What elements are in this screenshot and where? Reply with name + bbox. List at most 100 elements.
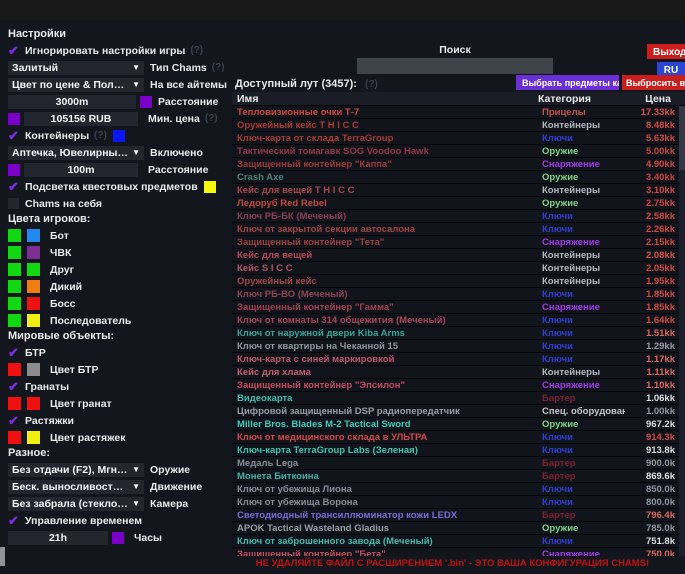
world-object-row[interactable]: ✔Растяжки: [0, 412, 232, 429]
hours-input[interactable]: 21h: [8, 531, 108, 545]
loot-row[interactable]: Защищенный контейнер "Каппа"Снаряжение4.…: [232, 158, 685, 171]
loot-row[interactable]: Ключ РБ-БК (Меченый)Ключи2.58kk: [232, 210, 685, 223]
checkmark-icon[interactable]: ✔: [8, 180, 25, 193]
resize-tab[interactable]: [0, 547, 5, 566]
loot-row[interactable]: Ключ от наружной двери Kiba ArmsКлючи1.5…: [232, 327, 685, 340]
containers-color-swatch[interactable]: [113, 130, 125, 142]
player-color-swatch-2[interactable]: [27, 263, 40, 276]
help-icon[interactable]: (?): [365, 79, 378, 90]
help-icon[interactable]: (?): [205, 113, 218, 124]
loot-row[interactable]: Ключ от комнаты 314 общежития (Меченый)К…: [232, 314, 685, 327]
loot-row[interactable]: Светодиодный трансиллюминатор кожи LEDXБ…: [232, 509, 685, 522]
world-color-swatch-1[interactable]: [8, 363, 21, 376]
loot-row[interactable]: Тепловизионные очки Т-7Прицелы17.33kk: [232, 106, 685, 119]
loot-item-price: 1.64kk: [625, 315, 685, 326]
scrollbar-track[interactable]: [679, 106, 685, 574]
world-object-row[interactable]: ✔БТР: [0, 344, 232, 361]
checkmark-icon[interactable]: ✔: [8, 380, 25, 393]
checkbox-unchecked[interactable]: [8, 198, 19, 209]
checkmark-icon[interactable]: ✔: [8, 129, 25, 142]
player-color-swatch-2[interactable]: [27, 229, 40, 242]
player-color-swatch-2[interactable]: [27, 280, 40, 293]
loot-row[interactable]: Кейс для хламаКонтейнеры1.11kk: [232, 366, 685, 379]
help-icon[interactable]: (?): [190, 45, 203, 56]
checkmark-icon[interactable]: ✔: [8, 514, 25, 527]
loot-row[interactable]: Ключ от убежища ВоронаКлючи800.0k: [232, 496, 685, 509]
loot-row[interactable]: Цифровой защищенный DSP радиопередатчикС…: [232, 405, 685, 418]
checkmark-icon[interactable]: ✔: [8, 44, 25, 57]
quest-highlight-row[interactable]: ✔ Подсветка квестовых предметов: [0, 178, 232, 195]
column-category[interactable]: Категория: [538, 93, 621, 105]
player-color-swatch-1[interactable]: [8, 229, 21, 242]
containers-filter-dropdown[interactable]: Аптечка, Ювелирные и... ▼: [8, 146, 144, 160]
distance-color-swatch[interactable]: [140, 96, 152, 108]
world-object-row[interactable]: ✔Гранаты: [0, 378, 232, 395]
loot-row[interactable]: Ключ-карта от склада TerraGroupКлючи5.63…: [232, 132, 685, 145]
checkmark-icon[interactable]: ✔: [8, 346, 25, 359]
loot-row[interactable]: Crash AxeОружие3.40kk: [232, 171, 685, 184]
containers-row[interactable]: ✔ Контейнеры (?): [0, 127, 232, 144]
player-color-swatch-2[interactable]: [27, 246, 40, 259]
help-icon[interactable]: (?): [212, 62, 225, 73]
loot-row[interactable]: Кейс S I C CКонтейнеры2.05kk: [232, 262, 685, 275]
column-price[interactable]: Цена: [621, 93, 685, 105]
help-icon[interactable]: (?): [94, 130, 107, 141]
player-color-swatch-1[interactable]: [8, 280, 21, 293]
loot-row[interactable]: Ледоруб Red RebelОружие2.75kk: [232, 197, 685, 210]
loot-row[interactable]: Защищенный контейнер "Тета"Снаряжение2.1…: [232, 236, 685, 249]
loot-row[interactable]: Ключ РБ-ВО (Меченый)Ключи1.85kk: [232, 288, 685, 301]
loot-row[interactable]: ВидеокартаБартер1.06kk: [232, 392, 685, 405]
player-color-swatch-2[interactable]: [27, 314, 40, 327]
player-color-swatch-2[interactable]: [27, 297, 40, 310]
loot-row[interactable]: Miller Bros. Blades M-2 Tactical SwordОр…: [232, 418, 685, 431]
misc-dropdown[interactable]: Без забрала (стекло шлема)▼: [8, 497, 144, 511]
search-input[interactable]: [357, 58, 553, 74]
loot-row[interactable]: Кейс для вещей T H I C CКонтейнеры3.10kk: [232, 184, 685, 197]
world-color-swatch-2[interactable]: [27, 363, 40, 376]
scrollbar-thumb[interactable]: [679, 106, 685, 170]
loot-row[interactable]: Ключ от заброшенного завода (Меченый)Клю…: [232, 535, 685, 548]
select-kappa-items-button[interactable]: Выбрать предметы каппа: [516, 75, 619, 90]
loot-row[interactable]: Тактический томагавк SOG Voodoo HawkОруж…: [232, 145, 685, 158]
world-color-swatch-2[interactable]: [27, 397, 40, 410]
column-name[interactable]: Имя: [232, 93, 538, 105]
world-color-swatch-1[interactable]: [8, 431, 21, 444]
loot-row[interactable]: Защищенный контейнер "Гамма"Снаряжение1.…: [232, 301, 685, 314]
self-chams-row[interactable]: Chams на себя: [0, 195, 232, 212]
loot-row[interactable]: Монета БиткоинаБартер869.6k: [232, 470, 685, 483]
loot-row[interactable]: Ключ-карта TerraGroup Labs (Зеленая)Ключ…: [232, 444, 685, 457]
loot-row[interactable]: Оружейный кейс T H I C CКонтейнеры8.48kk: [232, 119, 685, 132]
loot-row[interactable]: Оружейный кейсКонтейнеры1.95kk: [232, 275, 685, 288]
ignore-game-settings-row[interactable]: ✔ Игнорировать настройки игры (?): [0, 42, 232, 59]
misc-dropdown[interactable]: Беск. выносливость и нет уста▼: [8, 480, 144, 494]
loot-row[interactable]: Ключ от закрытой секции автосалонаКлючи2…: [232, 223, 685, 236]
player-color-swatch-1[interactable]: [8, 314, 21, 327]
loot-row[interactable]: Защищенный контейнер "Эпсилон"Снаряжение…: [232, 379, 685, 392]
player-color-swatch-1[interactable]: [8, 246, 21, 259]
loot-row[interactable]: Ключ от квартиры на Чеканной 15Ключи1.29…: [232, 340, 685, 353]
player-color-swatch-1[interactable]: [8, 297, 21, 310]
containers-distance-color-swatch[interactable]: [8, 164, 20, 176]
exit-button[interactable]: Выход: [647, 44, 685, 59]
all-items-dropdown[interactable]: Цвет по цене & Пользователь ▼: [8, 78, 144, 92]
loot-row[interactable]: Медаль LegaБартер900.0k: [232, 457, 685, 470]
distance-input[interactable]: 3000m: [8, 95, 136, 109]
loot-row[interactable]: APOK Tactical Wasteland GladiusОружие785…: [232, 522, 685, 535]
loot-row[interactable]: Ключ от убежища ЛионаКлючи850.0k: [232, 483, 685, 496]
player-color-swatch-1[interactable]: [8, 263, 21, 276]
drop-all-button[interactable]: Выбросить все: [622, 75, 685, 90]
min-price-input[interactable]: 105156 RUB: [24, 112, 138, 126]
containers-distance-input[interactable]: 100m: [24, 163, 138, 177]
min-price-color-swatch[interactable]: [8, 113, 20, 125]
hours-color-swatch[interactable]: [112, 532, 124, 544]
checkmark-icon[interactable]: ✔: [8, 414, 25, 427]
quest-highlight-color-swatch[interactable]: [204, 181, 216, 193]
time-control-row[interactable]: ✔ Управление временем: [0, 512, 232, 529]
world-color-swatch-2[interactable]: [27, 431, 40, 444]
loot-row[interactable]: Ключ-карта с синей маркировкойКлючи1.17k…: [232, 353, 685, 366]
world-color-swatch-1[interactable]: [8, 397, 21, 410]
chams-type-dropdown[interactable]: Залитый ▼: [8, 61, 144, 75]
loot-row[interactable]: Кейс для вещейКонтейнеры2.08kk: [232, 249, 685, 262]
misc-dropdown[interactable]: Без отдачи (F2), Мгновенное п▼: [8, 463, 144, 477]
loot-row[interactable]: Ключ от медицинского склада в УЛЬТРАКлюч…: [232, 431, 685, 444]
